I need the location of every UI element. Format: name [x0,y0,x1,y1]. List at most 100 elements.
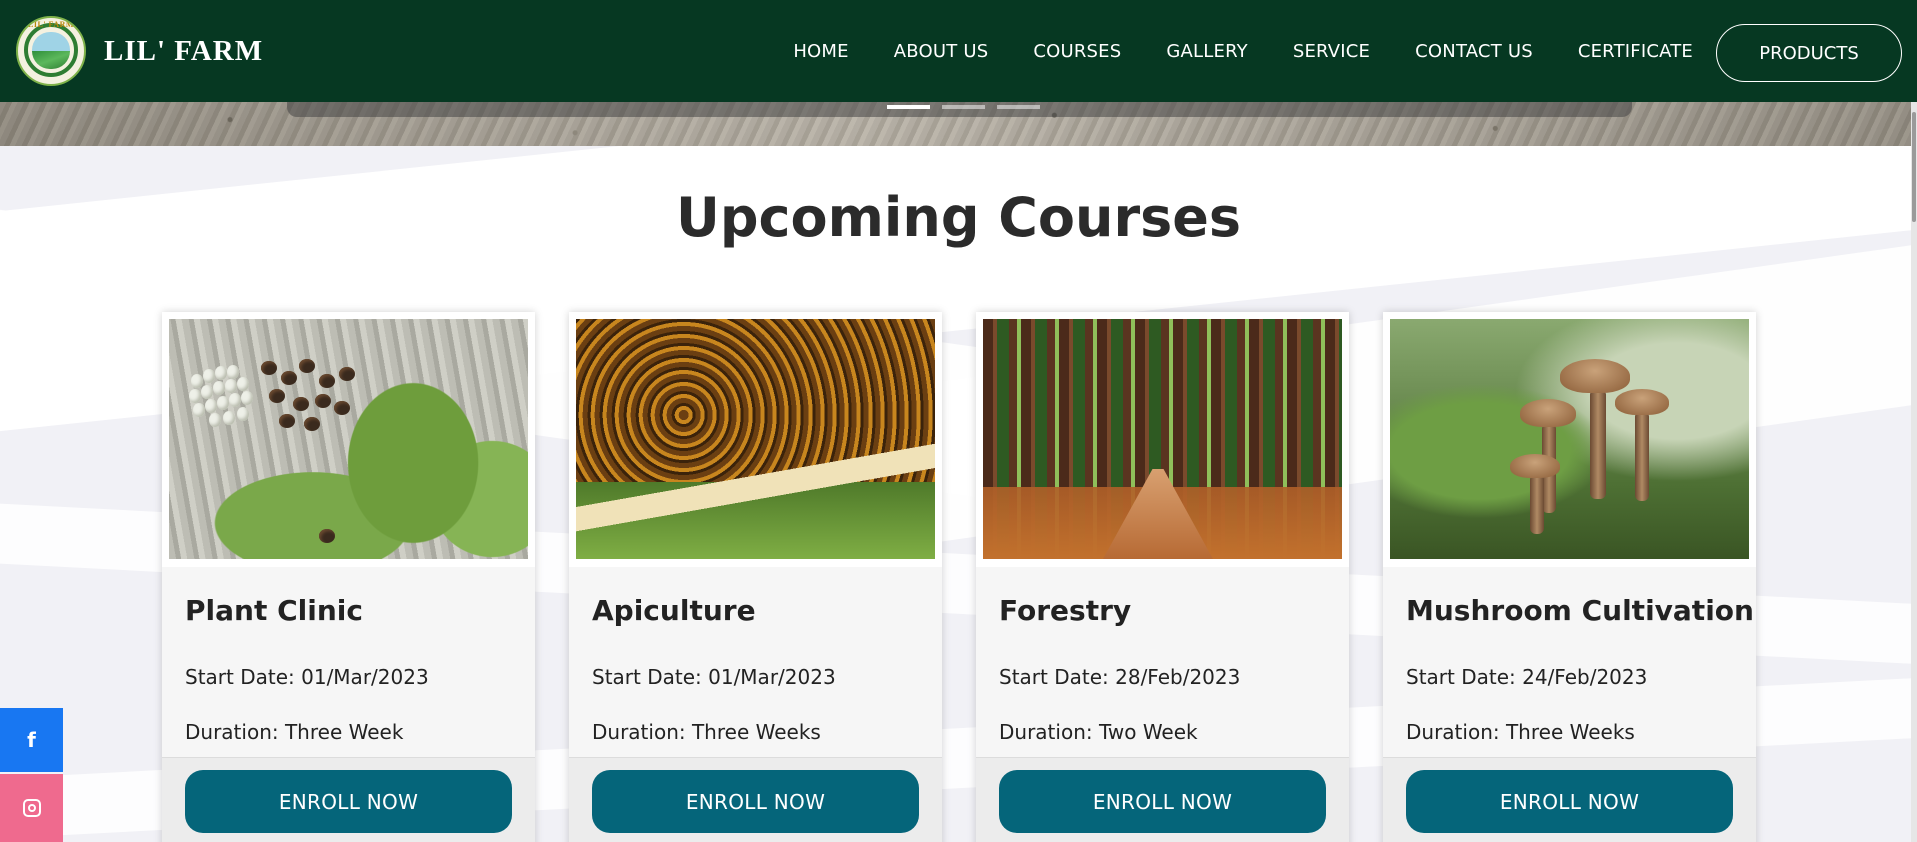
bug-shape [319,374,335,388]
mushroom-cap [1615,389,1669,415]
enroll-button-plant-clinic[interactable]: ENROLL NOW [185,770,512,833]
egg-shape [237,377,249,391]
enroll-button-mushroom-cultivation[interactable]: ENROLL NOW [1406,770,1733,833]
products-button[interactable]: PRODUCTS [1716,24,1902,82]
brand-name[interactable]: LIL' FARM [104,35,263,68]
navbar: LIL' FARM LIL' FARM HOME ABOUT US COURSE… [0,0,1917,102]
course-image-mushroom-cultivation [1390,319,1749,559]
egg-shape [237,407,249,421]
course-title[interactable]: Forestry [999,594,1131,627]
egg-shape [205,399,217,413]
nav-contact-us[interactable]: CONTACT US [1415,41,1533,62]
egg-shape [203,369,215,383]
course-duration: Duration: Three Week [185,720,404,744]
bug-shape [334,401,350,415]
egg-shape [215,366,227,380]
bug-shape [281,371,297,385]
logo-text: LIL' FARM [28,20,74,29]
egg-shape [229,393,241,407]
facebook-icon: f [27,728,36,752]
egg-shape [223,411,235,425]
bug-shape [339,367,355,381]
course-card-body: Mushroom Cultivation Start Date: 24/Feb/… [1383,567,1756,757]
bug-shape [293,397,309,411]
honeybees-on-comb-image [576,319,935,559]
course-card-footer: ENROLL NOW [1383,757,1756,842]
mushroom-cap [1520,399,1576,427]
course-start-date: Start Date: 01/Mar/2023 [185,665,429,689]
farm-logo-icon[interactable]: LIL' FARM [16,16,86,86]
course-card-footer: ENROLL NOW [162,757,535,842]
egg-shape [241,391,253,405]
course-image-forestry [983,319,1342,559]
course-image-apiculture [576,319,935,559]
mushrooms-on-log-image [1390,319,1749,559]
bug-shape [315,394,331,408]
main-nav: HOME ABOUT US COURSES GALLERY SERVICE CO… [793,0,1917,102]
carousel-indicator-3[interactable] [997,105,1040,109]
course-duration: Duration: Three Weeks [592,720,821,744]
bug-shape [269,389,285,403]
leaf-with-insect-eggs-image [169,319,528,559]
page-scrollbar[interactable] [1911,102,1917,842]
nav-home[interactable]: HOME [793,41,848,62]
egg-shape [225,379,237,393]
egg-shape [193,403,205,417]
bug-shape [304,417,320,431]
egg-shape [189,389,201,403]
egg-shape [213,381,225,395]
forest-path-image [983,319,1342,559]
course-card-footer: ENROLL NOW [976,757,1349,842]
course-image-plant-clinic [169,319,528,559]
course-start-date: Start Date: 01/Mar/2023 [592,665,836,689]
course-card-footer: ENROLL NOW [569,757,942,842]
instagram-link[interactable] [0,774,63,842]
instagram-icon [22,799,41,817]
course-card-plant-clinic: Plant Clinic Start Date: 01/Mar/2023 Dur… [162,312,535,842]
bug-shape [279,414,295,428]
bug-shape [319,529,335,543]
course-card-body: Plant Clinic Start Date: 01/Mar/2023 Dur… [162,567,535,757]
course-duration: Duration: Three Weeks [1406,720,1635,744]
course-card-mushroom-cultivation: Mushroom Cultivation Start Date: 24/Feb/… [1383,312,1756,842]
course-title[interactable]: Plant Clinic [185,594,363,627]
forest-path-shape [1103,469,1213,559]
mushroom-stem [1530,474,1544,534]
mushroom-stem [1590,389,1606,499]
egg-shape [201,385,213,399]
course-title[interactable]: Apiculture [592,594,756,627]
nav-certificate[interactable]: CERTIFICATE [1578,41,1693,62]
enroll-button-forestry[interactable]: ENROLL NOW [999,770,1326,833]
nav-gallery[interactable]: GALLERY [1166,41,1247,62]
course-card-body: Forestry Start Date: 28/Feb/2023 Duratio… [976,567,1349,757]
carousel-indicators [887,105,1052,109]
egg-shape [217,396,229,410]
mushroom-cap [1510,454,1560,478]
course-card-apiculture: Apiculture Start Date: 01/Mar/2023 Durat… [569,312,942,842]
enroll-button-apiculture[interactable]: ENROLL NOW [592,770,919,833]
carousel-indicator-1[interactable] [887,105,930,109]
course-start-date: Start Date: 24/Feb/2023 [1406,665,1648,689]
mushroom-cap [1560,359,1630,393]
carousel-indicator-2[interactable] [942,105,985,109]
section-title: Upcoming Courses [676,186,1241,249]
bug-shape [299,359,315,373]
scrollbar-thumb[interactable] [1912,112,1916,222]
course-title[interactable]: Mushroom Cultivation [1406,594,1754,627]
brand[interactable]: LIL' FARM LIL' FARM [16,16,263,86]
nav-courses[interactable]: COURSES [1033,41,1121,62]
bug-shape [261,361,277,375]
course-card-forestry: Forestry Start Date: 28/Feb/2023 Duratio… [976,312,1349,842]
nav-about-us[interactable]: ABOUT US [894,41,989,62]
hero-carousel [0,102,1917,146]
egg-shape [209,413,221,427]
nav-service[interactable]: SERVICE [1293,41,1370,62]
egg-shape [227,365,239,379]
facebook-link[interactable]: f [0,708,63,772]
mushroom-stem [1635,411,1649,501]
course-duration: Duration: Two Week [999,720,1198,744]
course-start-date: Start Date: 28/Feb/2023 [999,665,1241,689]
course-card-body: Apiculture Start Date: 01/Mar/2023 Durat… [569,567,942,757]
upcoming-courses-section: Upcoming Courses Plant Clinic Start Date… [0,146,1917,842]
egg-shape [191,374,203,388]
